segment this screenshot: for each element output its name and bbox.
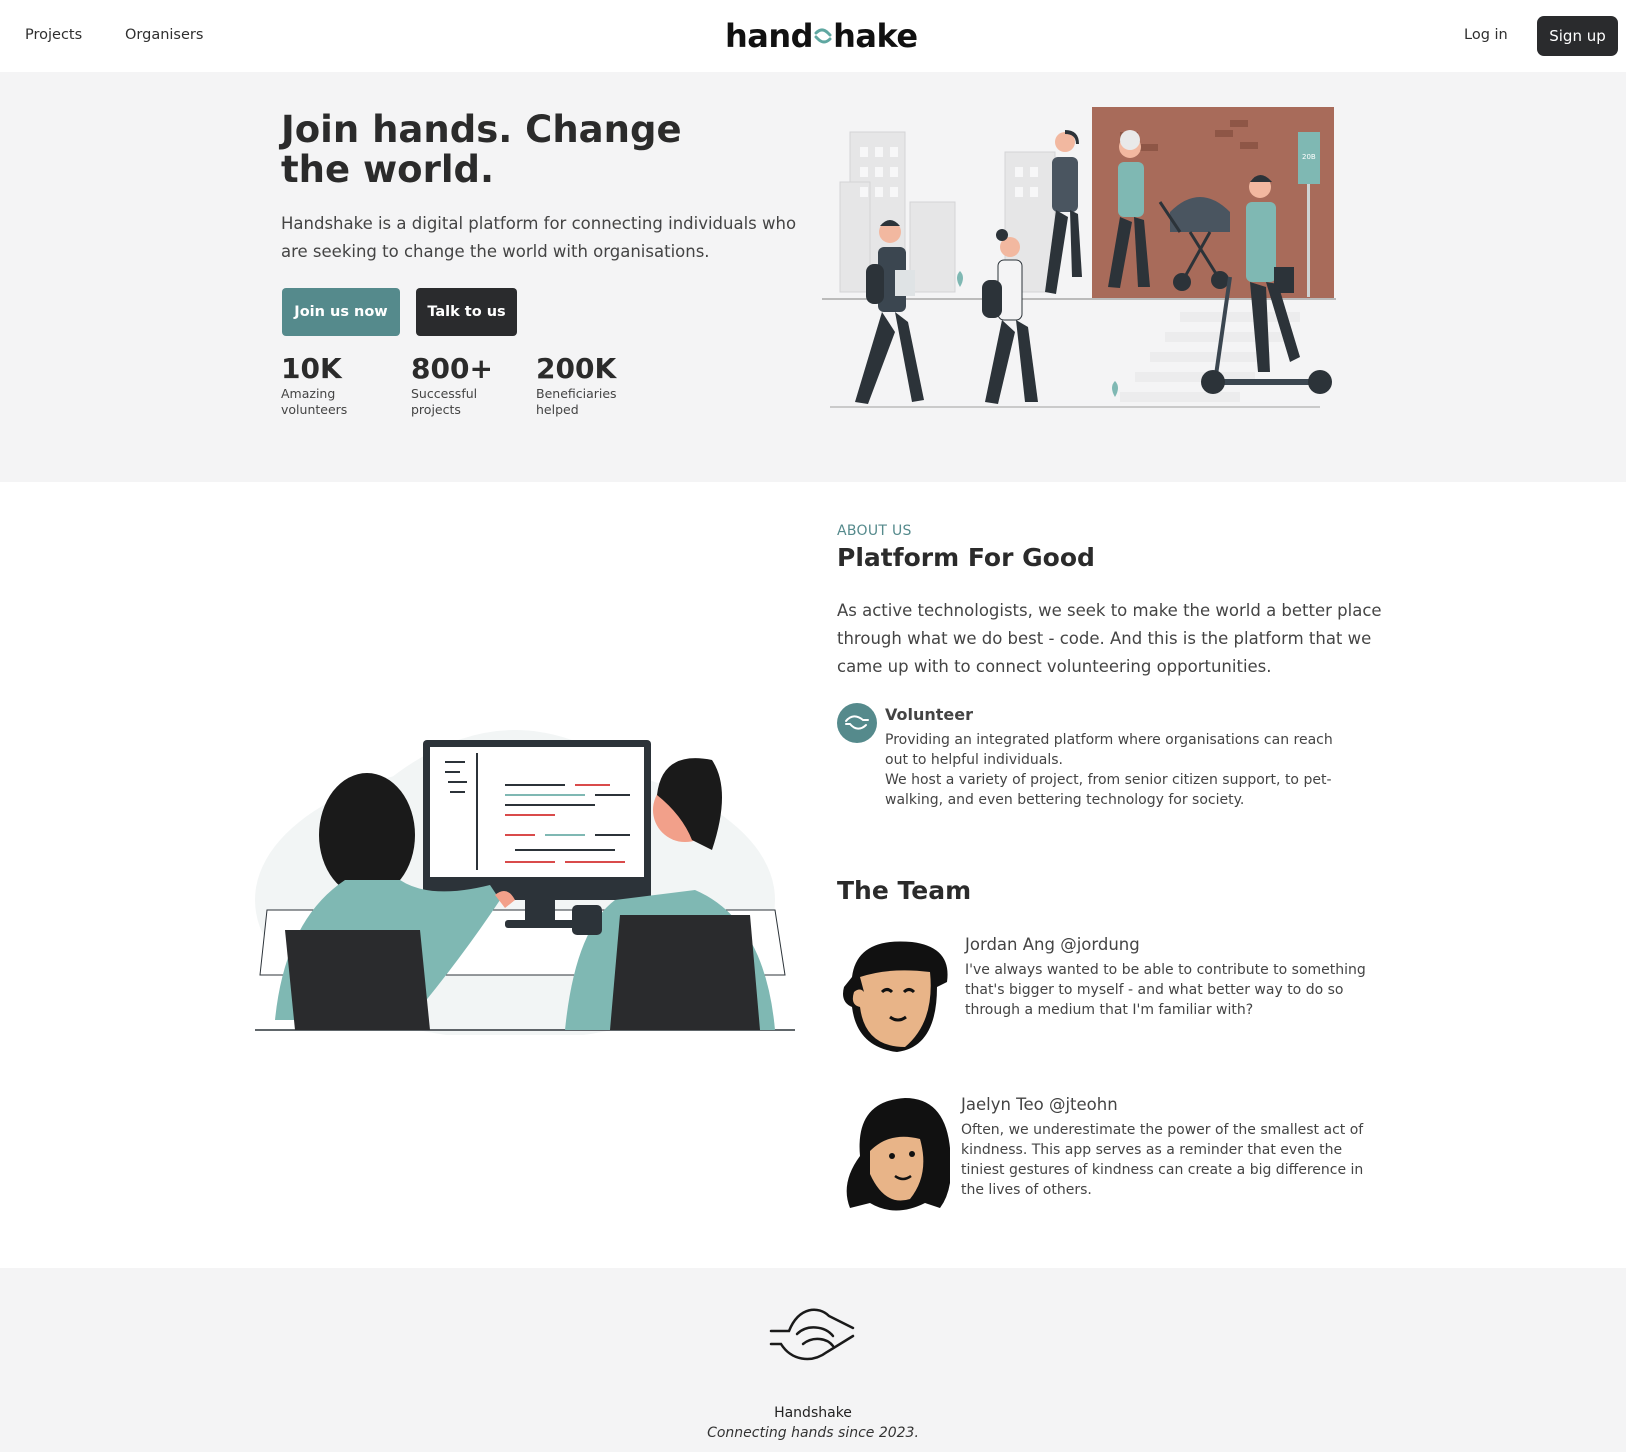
brand-logo[interactable]: hand hake [725,14,918,58]
nav-projects-link[interactable]: Projects [25,27,82,43]
nav-organisers-link[interactable]: Organisers [125,27,203,43]
stat-volunteers: 10K Amazing volunteers [281,352,361,418]
join-us-button[interactable]: Join us now [282,288,400,336]
team-title: The Team [837,876,972,905]
volunteer-description: Providing an integrated platform where o… [885,730,1355,810]
jaelyn-avatar [846,1098,950,1211]
handshake-icon [837,703,877,743]
bus-stop-sign-text: 20B [1302,153,1316,161]
coding-team-illustration [255,730,795,1035]
stat-value: 800+ [411,352,493,385]
hero-title: Join hands. Change the world. [281,108,682,191]
stat-projects: 800+ Successful projects [411,352,493,418]
member-quote: I've always wanted to be able to contrib… [965,962,1366,1018]
login-link[interactable]: Log in [1464,27,1508,43]
hero-lead: Handshake is a digital platform for conn… [281,214,797,261]
volunteer-text-1: Providing an integrated platform where o… [885,732,1333,768]
volunteer-title: Volunteer [885,705,974,724]
stat-label: Amazing volunteers [281,386,348,417]
volunteer-text-2: We host a variety of project, from senio… [885,772,1332,808]
stat-value: 200K [536,352,617,385]
about-body: As active technologists, we seek to make… [837,601,1382,676]
brand-text-left: hand [725,17,814,55]
footer-tagline: Connecting hands since 2023. [707,1425,919,1441]
top-navbar: Projects Organisers hand hake Log in Sig… [0,0,1626,72]
brand-text-right: hake [833,17,918,55]
about-eyebrow: ABOUT US [837,523,912,539]
footer: Handshake Connecting hands since 2023. [0,1268,1626,1452]
member-name: Jordan Ang @jordung [965,935,1140,954]
jordan-avatar [843,941,948,1052]
handshake-logo-icon [814,28,832,44]
hero-people-illustration: 20B [822,107,1336,408]
member-quote: Often, we underestimate the power of the… [961,1122,1364,1198]
signup-button[interactable]: Sign up [1537,16,1618,56]
stat-label: Beneficiaries helped [536,386,617,417]
footer-handshake-icon [769,1308,855,1361]
hero-section: Join hands. Change the world. Handshake … [0,72,1626,482]
footer-brand-name: Handshake [774,1405,852,1421]
talk-to-us-button[interactable]: Talk to us [416,288,517,336]
stat-label: Successful projects [411,386,478,417]
stat-value: 10K [281,352,342,385]
member-name: Jaelyn Teo @jteohn [961,1095,1118,1114]
stat-beneficiaries: 200K Beneficiaries helped [536,352,617,418]
about-title: Platform For Good [837,543,1095,572]
